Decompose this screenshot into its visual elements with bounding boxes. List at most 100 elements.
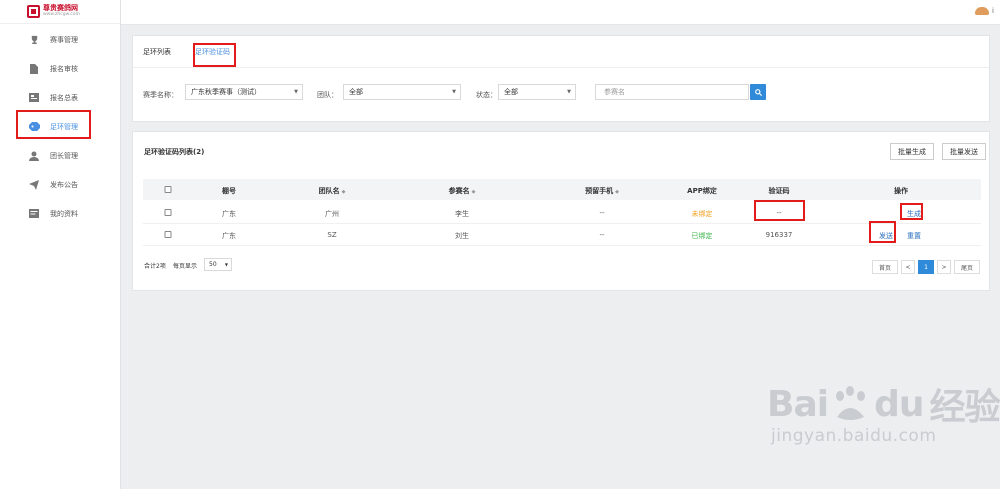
top-bar: i [121, 0, 1000, 25]
tag-icon [28, 122, 40, 131]
status-select[interactable]: 全部 ▼ [498, 84, 576, 100]
event-select[interactable]: 广东秋季赛事（测试） ▼ [185, 84, 303, 100]
table-row: 广东 广州 李生 -- 未绑定 -- 生成 [143, 202, 981, 224]
total-count: 合计2项 [144, 263, 166, 270]
user-menu[interactable]: i [975, 7, 994, 15]
user-name: i [992, 7, 994, 15]
tab-bar: 足环列表 足环验证码 [133, 36, 989, 68]
sidebar-item-label: 赛事管理 [50, 35, 78, 44]
document-icon [28, 63, 40, 74]
list-title: 足环验证码列表(2) [144, 148, 205, 156]
table-header: 棚号 团队名 ◆ 参赛名 ◆ 预留手机 ◆ APP绑定 验证码 操作 [143, 179, 981, 200]
sidebar-item-label: 团长管理 [50, 151, 78, 160]
chevron-down-icon: ▼ [452, 89, 456, 95]
event-select-value: 广东秋季赛事（测试） [191, 88, 261, 96]
column-header-phone[interactable]: 预留手机 ◆ [585, 186, 619, 196]
cell-app-status: 已绑定 [691, 232, 713, 240]
trophy-icon [28, 35, 40, 44]
column-header-app: APP绑定 [687, 187, 717, 195]
logo-icon [27, 5, 40, 18]
last-page-button[interactable]: 尾页 [954, 260, 980, 274]
column-header-team[interactable]: 团队名 ◆ [319, 186, 346, 196]
select-all-checkbox[interactable] [164, 186, 172, 193]
status-select-value: 全部 [504, 88, 518, 96]
team-label: 团队： [317, 91, 338, 99]
next-page-button[interactable]: > [937, 260, 951, 274]
column-header-actions: 操作 [894, 187, 908, 195]
baidu-watermark: Bai du 经验 jingyan.baidu.com [767, 378, 1000, 447]
sidebar-item-registration-summary[interactable]: 报名总表 [0, 83, 120, 112]
sidebar-menu: 赛事管理 报名审核 报名总表 足环管理 团长管理 发布公告 我的资料 [0, 25, 120, 228]
generate-link[interactable]: 生成 [907, 209, 921, 219]
search-input[interactable]: 参赛名 [595, 84, 749, 100]
sidebar-item-label: 报名总表 [50, 93, 78, 102]
status-label: 状态： [476, 91, 497, 99]
sidebar-item-registration-review[interactable]: 报名审核 [0, 54, 120, 83]
batch-generate-button[interactable]: 批量生成 [890, 143, 934, 160]
profile-card-icon [28, 209, 40, 218]
cell-shed: 广东 [222, 232, 236, 240]
sort-icon: ◆ [471, 189, 476, 195]
sidebar: 尊贵赛鸽网 www.zhcgw.com 赛事管理 报名审核 报名总表 足环管理 … [0, 0, 121, 489]
team-select-value: 全部 [349, 88, 363, 96]
sidebar-item-event-management[interactable]: 赛事管理 [0, 25, 120, 54]
table-row: 广东 SZ 刘生 -- 已绑定 916337 发送 重置 [143, 224, 981, 246]
list-icon [28, 93, 40, 102]
filter-panel: 足环列表 足环验证码 赛季名称： 广东秋季赛事（测试） ▼ 团队： 全部 ▼ 状… [132, 35, 990, 122]
team-select[interactable]: 全部 ▼ [343, 84, 461, 100]
user-icon [28, 151, 40, 161]
cell-code: -- [776, 209, 782, 217]
column-header-shed: 棚号 [222, 187, 236, 195]
tab-ring-list[interactable]: 足环列表 [143, 47, 171, 57]
prev-page-button[interactable]: < [901, 260, 915, 274]
cell-phone: -- [599, 231, 605, 239]
watermark-brand-a: Bai [767, 383, 829, 425]
cell-phone: -- [599, 209, 605, 217]
chevron-down-icon: ▼ [224, 262, 228, 267]
logo[interactable]: 尊贵赛鸽网 www.zhcgw.com [0, 0, 120, 24]
cell-code: 916337 [765, 231, 793, 239]
watermark-brand-c: 经验 [929, 387, 1000, 428]
sidebar-item-ring-management[interactable]: 足环管理 [0, 112, 120, 141]
list-panel: 足环验证码列表(2) 批量生成 批量发送 棚号 团队名 ◆ 参赛名 ◆ 预留手机 ◆ … [132, 131, 990, 291]
sidebar-item-my-profile[interactable]: 我的资料 [0, 199, 120, 228]
page-size-value: 50 [209, 261, 217, 268]
search-icon [754, 88, 762, 96]
cell-team: SZ [327, 231, 337, 239]
cell-team: 广州 [325, 210, 339, 218]
sidebar-item-label: 足环管理 [50, 122, 78, 131]
page-1-button[interactable]: 1 [918, 260, 934, 274]
sort-icon: ◆ [341, 189, 346, 195]
first-page-button[interactable]: 首页 [872, 260, 898, 274]
cell-shed: 广东 [222, 210, 236, 218]
cell-app-status: 未绑定 [691, 210, 713, 218]
sidebar-item-label: 我的资料 [50, 209, 78, 218]
send-link[interactable]: 发送 [879, 231, 893, 241]
sidebar-item-label: 报名审核 [50, 64, 78, 73]
column-header-entrant[interactable]: 参赛名 ◆ [449, 186, 476, 196]
watermark-brand-b: du [874, 383, 924, 425]
sidebar-item-leader-management[interactable]: 团长管理 [0, 141, 120, 170]
avatar [975, 7, 990, 15]
chevron-down-icon: ▼ [567, 89, 571, 95]
paw-icon [836, 386, 866, 420]
reset-link[interactable]: 重置 [907, 231, 921, 241]
page-size-select[interactable]: 50 ▼ [204, 258, 232, 271]
chevron-down-icon: ▼ [294, 89, 298, 95]
search-button[interactable] [750, 84, 766, 100]
logo-url: www.zhcgw.com [43, 11, 80, 17]
sort-icon: ◆ [615, 189, 619, 195]
column-header-code: 验证码 [768, 187, 790, 195]
per-page-label: 每页显示 [173, 263, 198, 270]
row-checkbox[interactable] [164, 209, 172, 216]
paper-plane-icon [28, 179, 40, 190]
search-placeholder: 参赛名 [604, 88, 625, 96]
event-label: 赛季名称： [143, 91, 178, 99]
cell-entrant: 刘生 [455, 232, 469, 240]
tab-ring-verification-code[interactable]: 足环验证码 [195, 47, 230, 57]
cell-entrant: 李生 [455, 210, 469, 218]
sidebar-item-publish-notice[interactable]: 发布公告 [0, 170, 120, 199]
sidebar-item-label: 发布公告 [50, 180, 78, 189]
batch-send-button[interactable]: 批量发送 [942, 143, 986, 160]
row-checkbox[interactable] [164, 231, 172, 238]
